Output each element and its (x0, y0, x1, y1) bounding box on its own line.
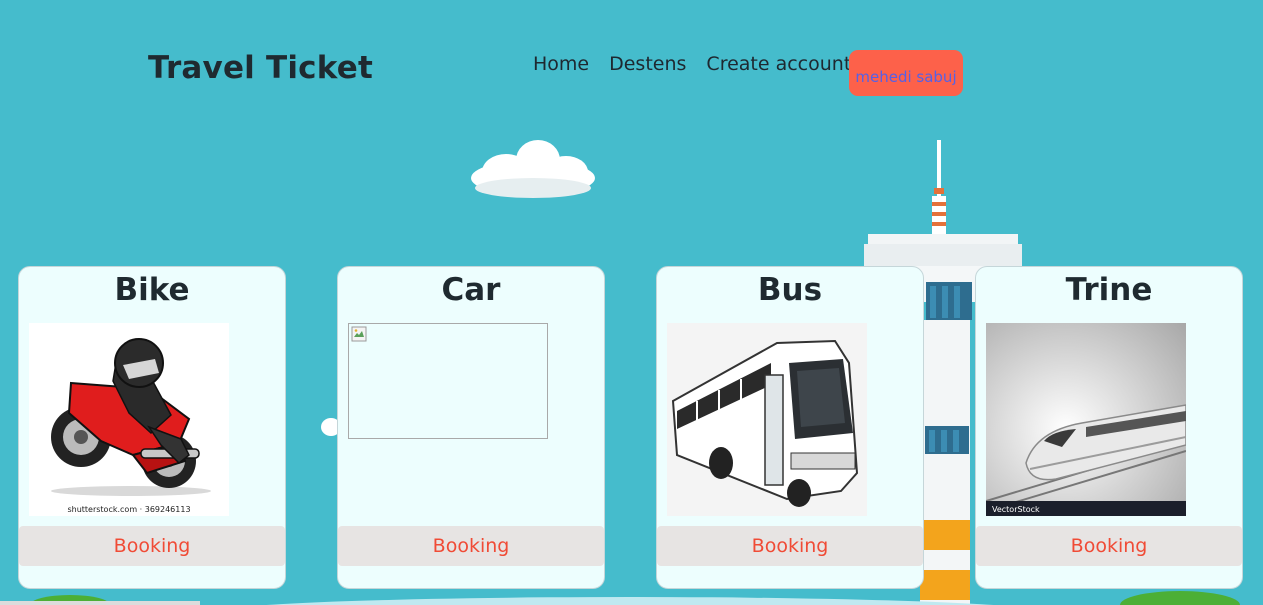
site-brand[interactable]: Travel Ticket (148, 50, 373, 86)
card-title: Bus (757, 272, 823, 308)
card-trine: Trine VectorStock Booking (975, 266, 1243, 589)
main-nav: Home Destens Create account (533, 53, 871, 75)
broken-image-icon (351, 326, 367, 342)
train-image: VectorStock (986, 323, 1186, 516)
high-speed-train-icon: VectorStock (986, 323, 1186, 516)
booking-button[interactable]: Booking (338, 526, 604, 566)
nav-home[interactable]: Home (533, 53, 589, 75)
booking-button[interactable]: Booking (976, 526, 1242, 566)
card-bike: Bike shutterstock.com · 369246113 Bookin… (18, 266, 286, 589)
card-car: Car Booking (337, 266, 605, 589)
card-bus: Bus Booking (656, 266, 924, 589)
booking-button[interactable]: Booking (657, 526, 923, 566)
bike-image: shutterstock.com · 369246113 (29, 323, 229, 516)
nav-create-account[interactable]: Create account (706, 53, 851, 75)
bus-icon (667, 323, 867, 516)
motorbike-rider-icon: shutterstock.com · 369246113 (29, 323, 229, 516)
train-caption: VectorStock (992, 505, 1040, 514)
user-account-button[interactable]: mehedi sabuj (849, 50, 963, 96)
card-title: Trine (1065, 272, 1153, 308)
car-image-broken (348, 323, 548, 439)
bike-caption: shutterstock.com · 369246113 (67, 505, 190, 514)
booking-button[interactable]: Booking (19, 526, 285, 566)
card-title: Car (441, 272, 501, 308)
card-title: Bike (114, 272, 190, 308)
cloud-icon (471, 140, 595, 198)
nav-destens[interactable]: Destens (609, 53, 686, 75)
bus-image (667, 323, 867, 516)
